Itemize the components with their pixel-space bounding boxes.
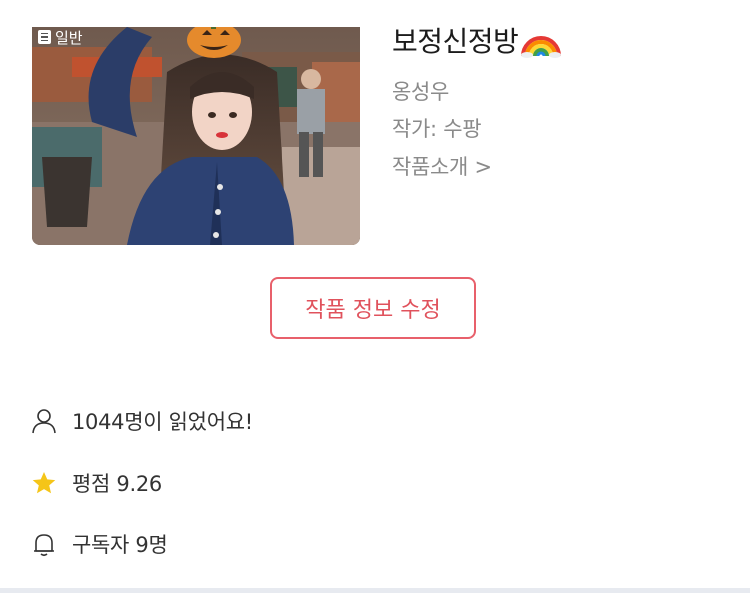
cover-badge: 일반 [38, 28, 83, 47]
readers-count: 1044명이 읽었어요! [72, 410, 253, 434]
section-divider [0, 588, 750, 593]
subscribers-count: 구독자 9명 [72, 533, 168, 557]
readers-stat: 1044명이 읽었어요! [30, 406, 253, 436]
work-title-text: 보정신정방 [392, 25, 519, 58]
document-icon [38, 30, 51, 44]
person-icon [30, 407, 58, 435]
cover-badge-label: 일반 [55, 28, 83, 47]
cover-image[interactable]: 일반 [32, 27, 360, 245]
work-title: 보정신정방 [392, 20, 562, 60]
bell-icon [30, 530, 58, 558]
cover-photo [32, 27, 360, 245]
subscribers-stat: 구독자 9명 [30, 529, 168, 559]
intro-link[interactable]: 작품소개 > [392, 151, 492, 181]
rating-value: 평점 9.26 [72, 472, 162, 496]
author-name: 옹성우 [392, 80, 450, 104]
star-icon [30, 469, 58, 497]
writer-label: 작가: 수팡 [392, 117, 482, 141]
rainbow-icon [521, 36, 562, 58]
rating-stat: 평점 9.26 [30, 468, 162, 498]
edit-work-info-button[interactable]: 작품 정보 수정 [270, 277, 476, 339]
